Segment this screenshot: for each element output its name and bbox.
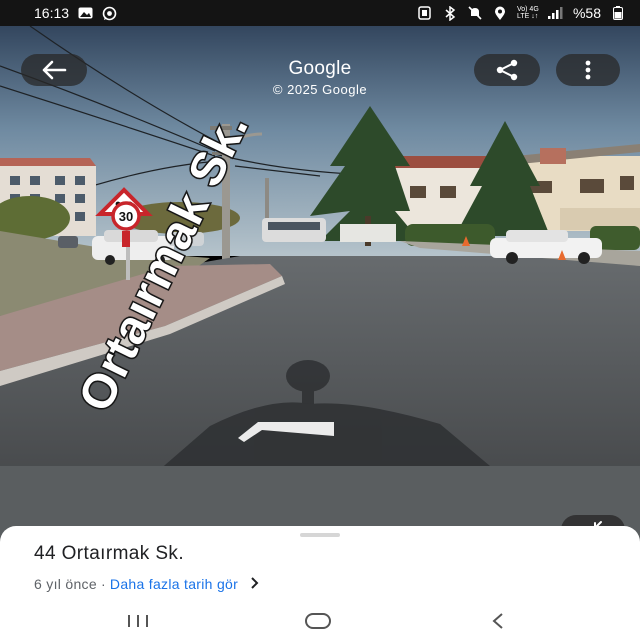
whatsapp-icon — [101, 5, 117, 21]
nfc-icon — [417, 5, 433, 21]
arrow-left-icon — [42, 60, 67, 80]
home-icon — [305, 613, 331, 629]
more-dates-link[interactable]: Daha fazla tarih gör — [110, 576, 238, 592]
system-nav-bar — [0, 600, 640, 640]
battery-icon — [610, 5, 626, 21]
copyright-text: © 2025 Google — [272, 82, 368, 97]
battery-percent: %58 — [572, 5, 601, 21]
page-title: Google — [288, 58, 352, 79]
photo-date-row: 6 yıl önce · Daha fazla tarih gör — [34, 576, 259, 592]
street-view[interactable]: 30 Ortaırmak Sk. Google © 2025 Google — [0, 26, 640, 550]
status-bar: 16:13 Vo) 4G LTE ↓↑ %58 — [0, 0, 640, 26]
status-time: 16:13 — [34, 5, 70, 21]
network-label: Vo) 4G LTE ↓↑ — [516, 6, 539, 20]
separator: · — [100, 576, 106, 592]
gallery-icon — [77, 5, 93, 21]
bluetooth-icon — [442, 5, 458, 21]
share-button[interactable] — [474, 54, 540, 86]
speed-limit-value: 30 — [119, 209, 133, 224]
home-button[interactable] — [298, 608, 338, 634]
photo-age: 6 yıl önce — [34, 576, 97, 592]
recents-button[interactable] — [118, 608, 158, 634]
back-button[interactable] — [21, 54, 87, 86]
drag-handle[interactable] — [300, 533, 340, 537]
more-options-button[interactable] — [556, 54, 620, 86]
location-icon — [492, 5, 508, 21]
share-icon — [496, 59, 518, 81]
recents-icon — [128, 615, 148, 627]
back-icon — [492, 613, 503, 629]
signal-icon — [547, 5, 564, 21]
mute-icon — [467, 5, 483, 21]
speed-limit-sign: 30 — [111, 201, 141, 231]
more-vert-icon — [585, 60, 591, 80]
address-title: 44 Ortaırmak Sk. — [34, 543, 184, 564]
street-view-image[interactable]: 30 — [0, 26, 640, 550]
back-nav-button[interactable] — [478, 608, 518, 634]
header-title-block: Google © 2025 Google — [200, 58, 440, 97]
chevron-right-icon[interactable] — [250, 576, 259, 592]
